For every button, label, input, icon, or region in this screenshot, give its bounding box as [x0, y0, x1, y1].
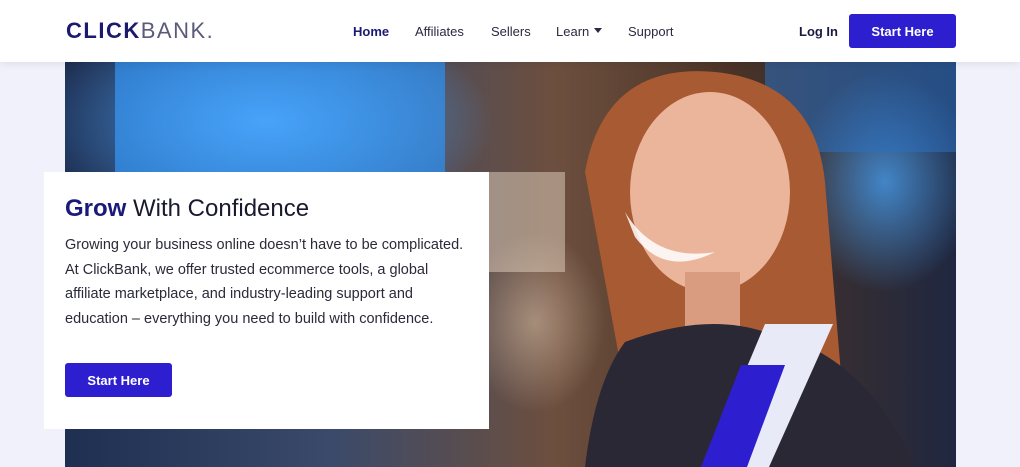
- nav-item-learn-label: Learn: [556, 24, 590, 39]
- hero-title-rest: With Confidence: [126, 195, 310, 222]
- chevron-down-icon: [594, 28, 603, 34]
- logo-text-light: BANK.: [140, 18, 215, 43]
- nav-item-support[interactable]: Support: [628, 24, 674, 39]
- hero-title: Grow With Confidence: [65, 194, 468, 224]
- hero-card: Grow With Confidence Growing your busine…: [44, 172, 489, 429]
- logo-text-bold: CLICK: [66, 18, 141, 43]
- clickbank-logo[interactable]: CLICKBANK.: [66, 20, 214, 42]
- nav-item-home[interactable]: Home: [353, 24, 389, 39]
- hero-start-here-button[interactable]: Start Here: [65, 363, 172, 397]
- nav-item-learn[interactable]: Learn: [556, 24, 603, 39]
- site-header: CLICKBANK. Home Affiliates Sellers Learn…: [0, 0, 1020, 62]
- header-start-here-button[interactable]: Start Here: [849, 14, 956, 48]
- login-link[interactable]: Log In: [799, 24, 838, 39]
- hero-title-emphasis: Grow: [65, 195, 127, 222]
- nav-item-sellers[interactable]: Sellers: [491, 24, 531, 39]
- nav-item-affiliates[interactable]: Affiliates: [415, 24, 464, 39]
- hero-description: Growing your business online doesn’t hav…: [65, 237, 464, 327]
